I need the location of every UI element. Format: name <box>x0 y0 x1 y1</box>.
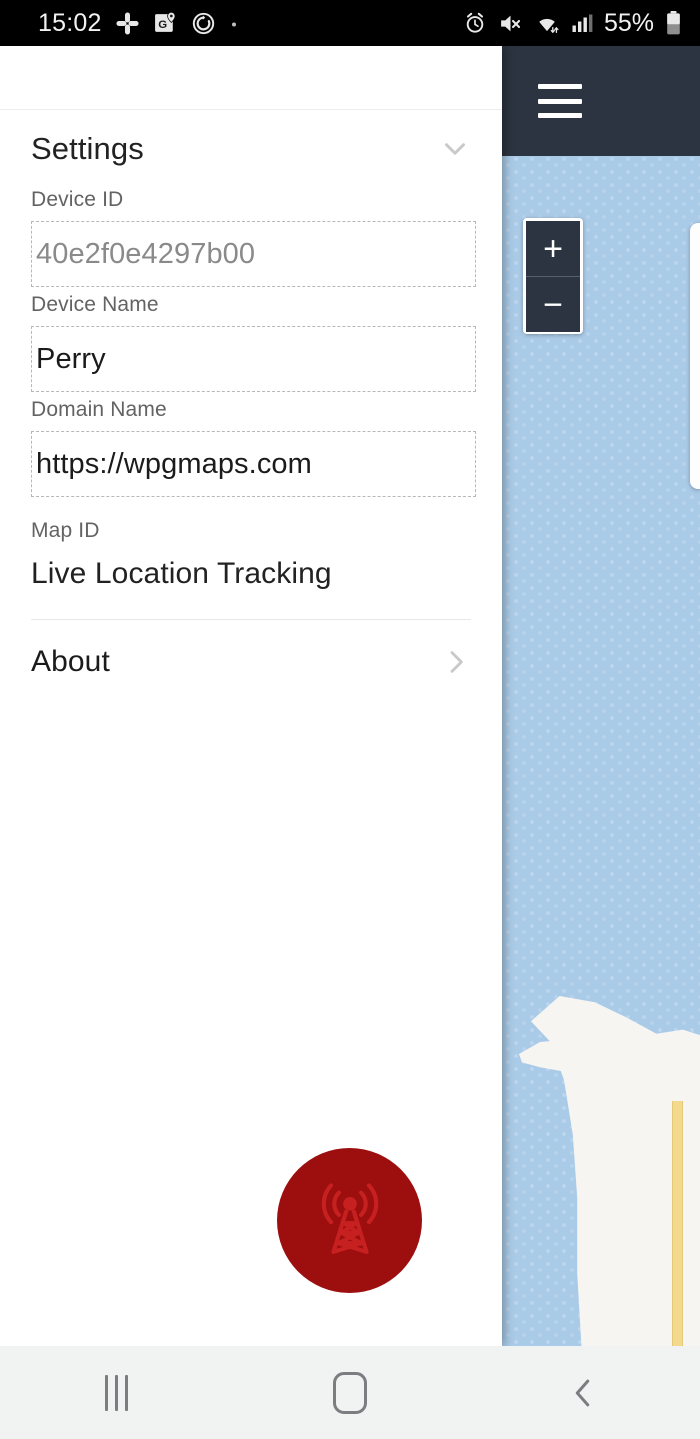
field-label: Device Name <box>31 293 159 316</box>
broadcast-tower-icon <box>321 1182 378 1254</box>
hamburger-menu-icon[interactable] <box>538 84 582 118</box>
google-maps-icon: G <box>154 11 176 32</box>
mute-icon <box>501 15 521 31</box>
field-device-id: Device ID 40e2f0e4297b00 <box>0 188 502 287</box>
home-icon <box>332 1371 367 1414</box>
android-navigation-bar <box>0 1346 700 1439</box>
chevron-down-icon[interactable] <box>438 132 472 166</box>
battery-icon <box>667 11 680 35</box>
phone-screen: Brea + − Settings Device ID 40e2f0e4297b… <box>0 0 700 1439</box>
status-clock: 15:02 <box>38 8 102 37</box>
map-zoom-controls: + − <box>523 218 583 334</box>
field-label: Device ID <box>31 188 124 211</box>
back-button[interactable] <box>467 1346 700 1439</box>
settings-section-header[interactable]: Settings <box>0 110 502 188</box>
map-road <box>672 1101 683 1346</box>
slack-icon <box>116 11 139 35</box>
zoom-in-button[interactable]: + <box>526 221 580 277</box>
field-label: Map ID <box>31 519 100 542</box>
about-label: About <box>31 645 110 678</box>
map-type-control[interactable] <box>690 223 700 489</box>
zoom-out-button[interactable]: − <box>526 277 580 332</box>
wifi-icon <box>539 18 559 33</box>
field-device-name: Device Name Perry <box>0 293 502 392</box>
device-id-input[interactable]: 40e2f0e4297b00 <box>31 221 476 287</box>
dot-icon <box>231 22 236 26</box>
map-id-value: Live Location Tracking <box>31 557 332 590</box>
cellular-signal-icon <box>572 14 593 32</box>
recents-button[interactable] <box>0 1346 233 1439</box>
status-bar: 15:02 G 55% <box>0 0 700 46</box>
status-bar-left: 15:02 G <box>38 9 239 38</box>
sync-icon <box>192 12 214 34</box>
field-map-id[interactable]: Map ID Live Location Tracking <box>0 519 502 591</box>
svg-text:G: G <box>158 19 167 31</box>
status-bar-right: 55% <box>463 9 682 38</box>
field-label: Domain Name <box>31 398 167 421</box>
settings-drawer: Settings Device ID 40e2f0e4297b00 Device… <box>0 46 502 1346</box>
chevron-right-icon[interactable] <box>440 646 472 678</box>
recents-icon <box>105 1374 129 1411</box>
alarm-icon <box>466 12 484 33</box>
field-domain-name: Domain Name https://wpgmaps.com <box>0 398 502 497</box>
device-name-input[interactable]: Perry <box>31 326 476 392</box>
battery-percentage: 55% <box>603 8 654 37</box>
drawer-top-bar <box>0 46 502 110</box>
back-icon <box>576 1379 590 1406</box>
home-button[interactable] <box>233 1346 466 1439</box>
about-row[interactable]: About <box>0 620 502 704</box>
broadcast-fab-button[interactable] <box>277 1148 422 1293</box>
domain-name-input[interactable]: https://wpgmaps.com <box>31 431 476 497</box>
page-title: Settings <box>31 131 144 166</box>
